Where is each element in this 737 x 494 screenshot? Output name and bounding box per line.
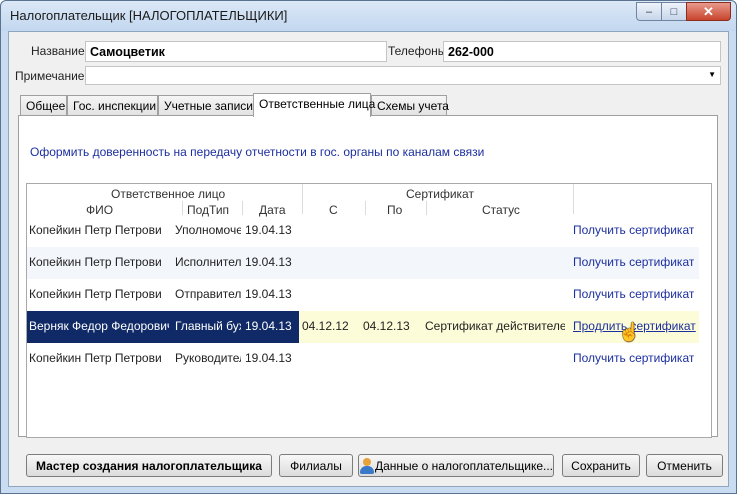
taxpayer-data-button[interactable]: Данные о налогоплательщике...: [358, 454, 554, 477]
title-bar[interactable]: Налогоплательщик [НАЛОГОПЛАТЕЛЬЩИКИ] ‒ □…: [1, 1, 736, 31]
button-label: Мастер создания налогоплательщика: [36, 458, 262, 473]
header-divider: [426, 201, 427, 215]
minimize-icon: ‒: [645, 5, 653, 18]
grid-vertical-scrollbar[interactable]: [699, 184, 711, 437]
table-row[interactable]: Копейкин Петр Петрович Руководител 19.04…: [27, 343, 711, 375]
cell-fio: Копейкин Петр Петрович: [29, 255, 161, 269]
minimize-button[interactable]: ‒: [636, 2, 662, 21]
tab-responsible-persons[interactable]: Ответственные лица: [253, 93, 375, 117]
button-label: Сохранить: [571, 458, 631, 473]
power-of-attorney-link[interactable]: Оформить доверенность на передачу отчетн…: [30, 145, 484, 159]
cell-subtype: Главный бух: [175, 319, 241, 333]
dialog-body: Название Самоцветик Телефоны 262-000 При…: [8, 31, 729, 487]
cell-date: 19.04.13: [245, 255, 292, 269]
taxpayer-window: Налогоплательщик [НАЛОГОПЛАТЕЛЬЩИКИ] ‒ □…: [0, 0, 737, 494]
window-controls: ‒ □ ✕: [636, 2, 731, 21]
note-combo[interactable]: ▼: [85, 66, 721, 85]
tab-tax-inspections[interactable]: Гос. инспекции: [67, 95, 158, 116]
tab-accounts[interactable]: Учетные записи: [158, 95, 254, 116]
cell-from: 04.12.12: [302, 319, 349, 333]
cell-subtype: Руководител: [175, 351, 241, 365]
tab-label: Гос. инспекции: [73, 99, 157, 113]
cell-date: 19.04.13: [245, 351, 292, 365]
button-label: Данные о налогоплательщике...: [374, 458, 553, 473]
button-label: Отменить: [657, 458, 712, 473]
table-row[interactable]: Копейкин Петр Петрович Исполнитель 19.04…: [27, 247, 711, 279]
maximize-button[interactable]: □: [661, 2, 687, 21]
save-button[interactable]: Сохранить: [562, 454, 640, 477]
cell-subtype: Исполнитель: [175, 255, 241, 269]
tab-panel-responsible-persons: Оформить доверенность на передачу отчетн…: [18, 115, 718, 438]
branches-button[interactable]: Филиалы: [279, 454, 353, 477]
table-row-selected[interactable]: Верняк Федор Федорович Главный бух 19.04…: [27, 311, 711, 343]
group-header-responsible: Ответственное лицо: [111, 187, 226, 201]
window-title: Налогоплательщик [НАЛОГОПЛАТЕЛЬЩИКИ]: [10, 8, 288, 23]
cell-to: 04.12.13: [363, 319, 410, 333]
cell-fio: Копейкин Петр Петрович: [29, 223, 161, 237]
cell-subtype: Отправитель: [175, 287, 241, 301]
cell-fio: Верняк Федор Федорович: [29, 319, 169, 333]
responsible-persons-grid: Ответственное лицо Сертификат ФИО ПодТип…: [26, 183, 712, 438]
get-certificate-link[interactable]: Получить сертификат: [573, 223, 694, 237]
cell-date: 19.04.13: [245, 223, 292, 237]
tab-label: Ответственные лица: [259, 97, 376, 111]
phones-field[interactable]: 262-000: [443, 41, 721, 62]
cell-fio: Копейкин Петр Петрович: [29, 351, 161, 365]
tab-label: Общее: [26, 99, 66, 113]
name-label: Название: [31, 44, 85, 58]
maximize-icon: □: [670, 5, 678, 18]
cell-date: 19.04.13: [245, 319, 292, 333]
get-certificate-link[interactable]: Получить сертификат: [573, 351, 694, 365]
phones-label: Телефоны: [388, 44, 447, 58]
close-icon: ✕: [703, 3, 714, 19]
group-header-certificate: Сертификат: [406, 187, 474, 201]
chevron-down-icon[interactable]: ▼: [708, 70, 716, 79]
header-divider: [182, 201, 183, 215]
user-icon: [359, 457, 374, 474]
header-divider: [573, 184, 574, 214]
cell-status: Сертификат действителен.: [425, 319, 565, 333]
cell-subtype: Уполномоче: [175, 223, 241, 237]
tab-general[interactable]: Общее: [20, 95, 67, 116]
header-divider: [302, 184, 303, 214]
get-certificate-link[interactable]: Получить сертификат: [573, 255, 694, 269]
tab-accounting-schemes[interactable]: Схемы учета: [371, 95, 449, 116]
tab-label: Схемы учета: [377, 99, 449, 113]
table-row[interactable]: Копейкин Петр Петрович Уполномоче 19.04.…: [27, 215, 711, 247]
get-certificate-link[interactable]: Получить сертификат: [573, 287, 694, 301]
name-field[interactable]: Самоцветик: [85, 41, 387, 62]
header-divider: [242, 201, 243, 215]
header-divider: [365, 201, 366, 215]
hand-cursor-icon: ☝: [618, 322, 641, 342]
close-button[interactable]: ✕: [686, 2, 731, 21]
cancel-button[interactable]: Отменить: [646, 454, 723, 477]
button-label: Филиалы: [290, 458, 342, 473]
table-row[interactable]: Копейкин Петр Петрович Отправитель 19.04…: [27, 279, 711, 311]
cell-fio: Копейкин Петр Петрович: [29, 287, 161, 301]
taxpayer-wizard-button[interactable]: Мастер создания налогоплательщика: [26, 454, 272, 477]
tab-label: Учетные записи: [164, 99, 253, 113]
note-label: Примечание: [15, 69, 85, 83]
cell-date: 19.04.13: [245, 287, 292, 301]
